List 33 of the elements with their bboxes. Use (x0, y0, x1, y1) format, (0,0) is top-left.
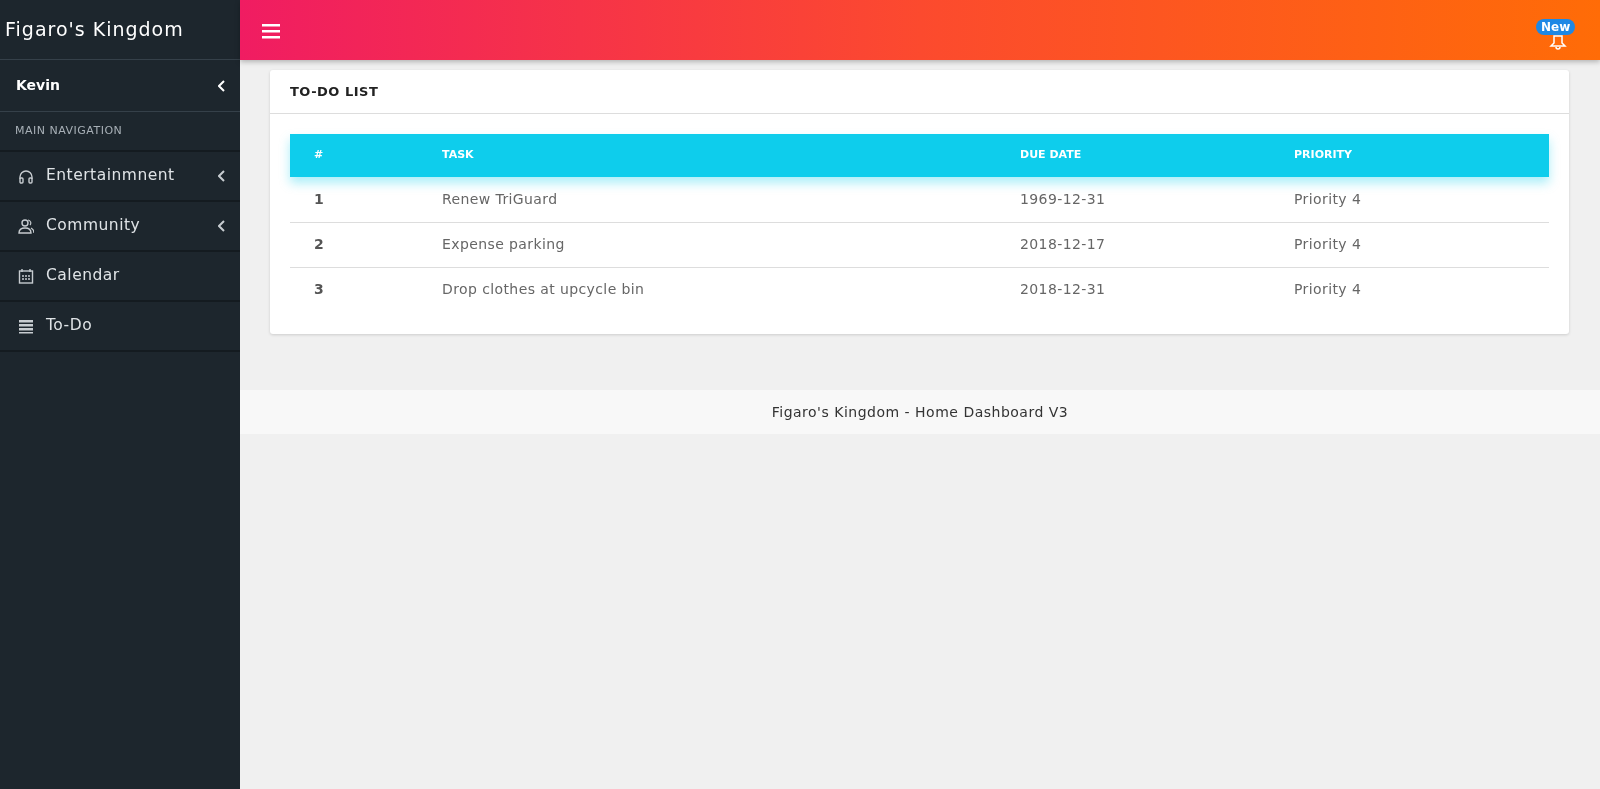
list-icon (18, 318, 34, 334)
column-header: PRIORITY (1293, 134, 1549, 177)
brand-title: Figaro's Kingdom (5, 17, 184, 43)
nav-item[interactable]: Entertainmnent (0, 152, 240, 202)
table-cell: Priority 4 (1293, 222, 1549, 267)
column-header: TASK (441, 134, 1019, 177)
nav-item[interactable]: Community (0, 202, 240, 252)
column-header: # (290, 134, 441, 177)
chevron-icon[interactable] (218, 220, 226, 232)
table-cell: Priority 4 (1293, 177, 1549, 222)
table-cell: Renew TriGuard (441, 177, 1019, 222)
users-icon (18, 218, 34, 234)
nav-header: MAIN NAVIGATION (15, 122, 123, 139)
footer-text: Figaro's Kingdom - Home Dashboard V3 (771, 402, 1069, 422)
table-cell: 3 (290, 267, 441, 312)
column-header: DUE DATE (1019, 134, 1293, 177)
nav-item[interactable]: Calendar (0, 252, 240, 302)
calendar-icon (18, 268, 34, 284)
chevron-icon[interactable] (218, 170, 226, 182)
user-name: Kevin (16, 76, 60, 95)
table-cell: 1 (290, 177, 441, 222)
headphones-icon (18, 168, 34, 184)
nav-item[interactable]: To-Do (0, 302, 240, 352)
bell-icon[interactable] (1549, 34, 1567, 50)
table-cell: Drop clothes at upcycle bin (441, 267, 1019, 312)
table-cell: 2 (290, 222, 441, 267)
card-title: TO-DO LIST (290, 82, 379, 101)
notification-badge: New (1536, 19, 1576, 35)
table-cell: Expense parking (441, 222, 1019, 267)
table-cell: 1969-12-31 (1019, 177, 1293, 222)
table-cell: Priority 4 (1293, 267, 1549, 312)
table-cell: 2018-12-31 (1019, 267, 1293, 312)
table-cell: 2018-12-17 (1019, 222, 1293, 267)
